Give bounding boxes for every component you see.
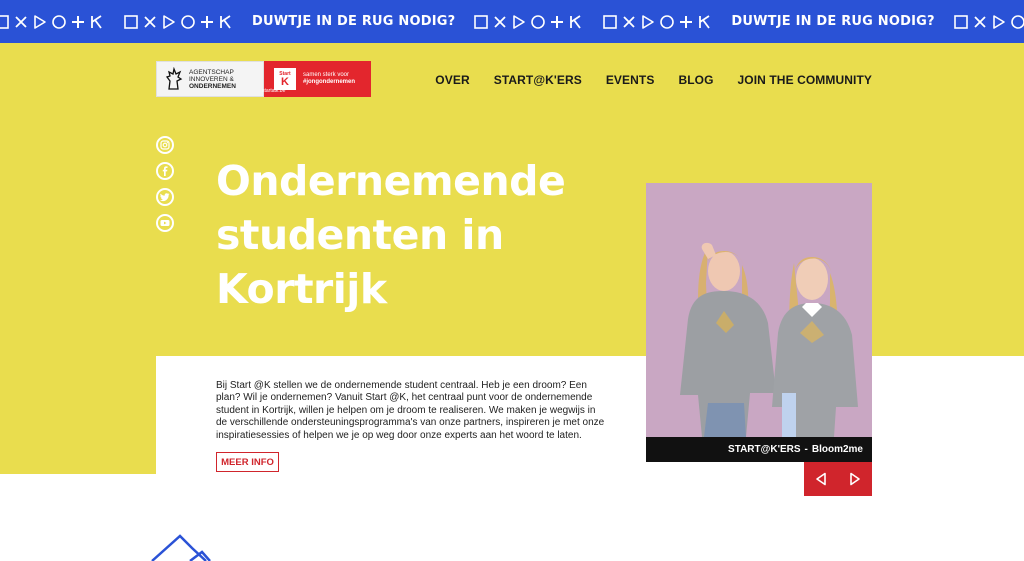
triangle-icon — [34, 14, 46, 29]
ticker-glyphs — [602, 14, 713, 30]
circle-icon — [660, 14, 675, 29]
slogan: samen sterk voor #jongondernemen — [303, 72, 356, 85]
ticker-glyphs — [0, 14, 105, 30]
square-icon — [474, 14, 489, 29]
intro-text: Bij Start @K stellen we de ondernemende … — [216, 380, 605, 441]
announcement-ticker: DUWTJE IN DE RUG NODIG? DUWTJE IN DE RUG … — [0, 0, 1024, 43]
nav-blog[interactable]: BLOG — [678, 73, 713, 87]
ticker-glyphs — [473, 14, 584, 30]
page-title: Ondernemende studenten in Kortrijk — [216, 157, 566, 313]
plus-icon — [551, 15, 564, 28]
logo-url: startatk.be — [262, 88, 286, 94]
cross-icon — [494, 15, 507, 28]
lion-icon — [165, 67, 183, 90]
triangle-right-icon — [850, 472, 860, 486]
instagram-link[interactable] — [156, 136, 174, 154]
circle-icon — [181, 14, 195, 29]
previous-slide-button[interactable] — [804, 462, 838, 496]
more-info-button[interactable]: MEER INFO — [216, 452, 279, 472]
decorative-shape-icon — [151, 534, 211, 561]
k-icon — [220, 14, 231, 29]
ticker-message: DUWTJE IN DE RUG NODIG? — [252, 14, 456, 29]
facebook-icon — [162, 166, 168, 176]
square-icon — [124, 14, 138, 29]
triangle-left-icon — [816, 472, 826, 486]
carousel-controls — [804, 462, 872, 496]
triangle-icon — [642, 14, 655, 29]
plus-icon — [72, 15, 84, 28]
triangle-icon — [163, 14, 175, 29]
twitter-icon — [160, 193, 170, 202]
square-icon — [953, 14, 968, 29]
k-icon — [699, 14, 711, 29]
k-icon — [91, 14, 102, 29]
cross-icon — [144, 15, 156, 28]
nav-join-community[interactable]: JOIN THE COMMUNITY — [738, 73, 872, 87]
next-slide-button[interactable] — [838, 462, 872, 496]
ticker-glyphs — [953, 14, 1024, 30]
ticker-message: DUWTJE IN DE RUG NODIG? — [731, 14, 935, 29]
photo-caption: START@K'ERS - Bloom2me — [646, 437, 872, 462]
agency-name: AGENTSCHAP INNOVEREN & ONDERNEMEN — [189, 68, 236, 90]
youtube-link[interactable] — [156, 214, 174, 232]
nav-startakers[interactable]: START@K'ERS — [494, 73, 582, 87]
k-icon — [570, 14, 582, 29]
featured-photo[interactable] — [646, 183, 872, 437]
circle-icon — [531, 14, 546, 29]
twitter-link[interactable] — [156, 188, 174, 206]
k-badge: Start K — [274, 68, 296, 90]
youtube-icon — [160, 220, 170, 226]
nav-events[interactable]: EVENTS — [606, 73, 655, 87]
agency-logo: AGENTSCHAP INNOVEREN & ONDERNEMEN — [156, 61, 264, 97]
hero-accent-block — [0, 356, 156, 474]
square-icon — [0, 14, 9, 29]
instagram-icon — [160, 140, 170, 150]
plus-icon — [201, 15, 213, 28]
cross-icon — [15, 15, 27, 28]
triangle-icon — [513, 14, 526, 29]
cross-icon — [623, 15, 636, 28]
social-links — [156, 136, 174, 232]
facebook-link[interactable] — [156, 162, 174, 180]
ticker-glyphs — [123, 14, 234, 30]
main-nav: OVER START@K'ERS EVENTS BLOG JOIN THE CO… — [435, 73, 872, 87]
circle-icon — [1010, 14, 1024, 29]
featured-photo-illustration — [646, 183, 872, 437]
cross-icon — [974, 15, 986, 28]
triangle-icon — [992, 14, 1005, 29]
nav-over[interactable]: OVER — [435, 73, 469, 87]
ticker-track: DUWTJE IN DE RUG NODIG? DUWTJE IN DE RUG … — [0, 0, 1024, 43]
circle-icon — [52, 14, 66, 29]
square-icon — [603, 14, 618, 29]
plus-icon — [680, 15, 693, 28]
